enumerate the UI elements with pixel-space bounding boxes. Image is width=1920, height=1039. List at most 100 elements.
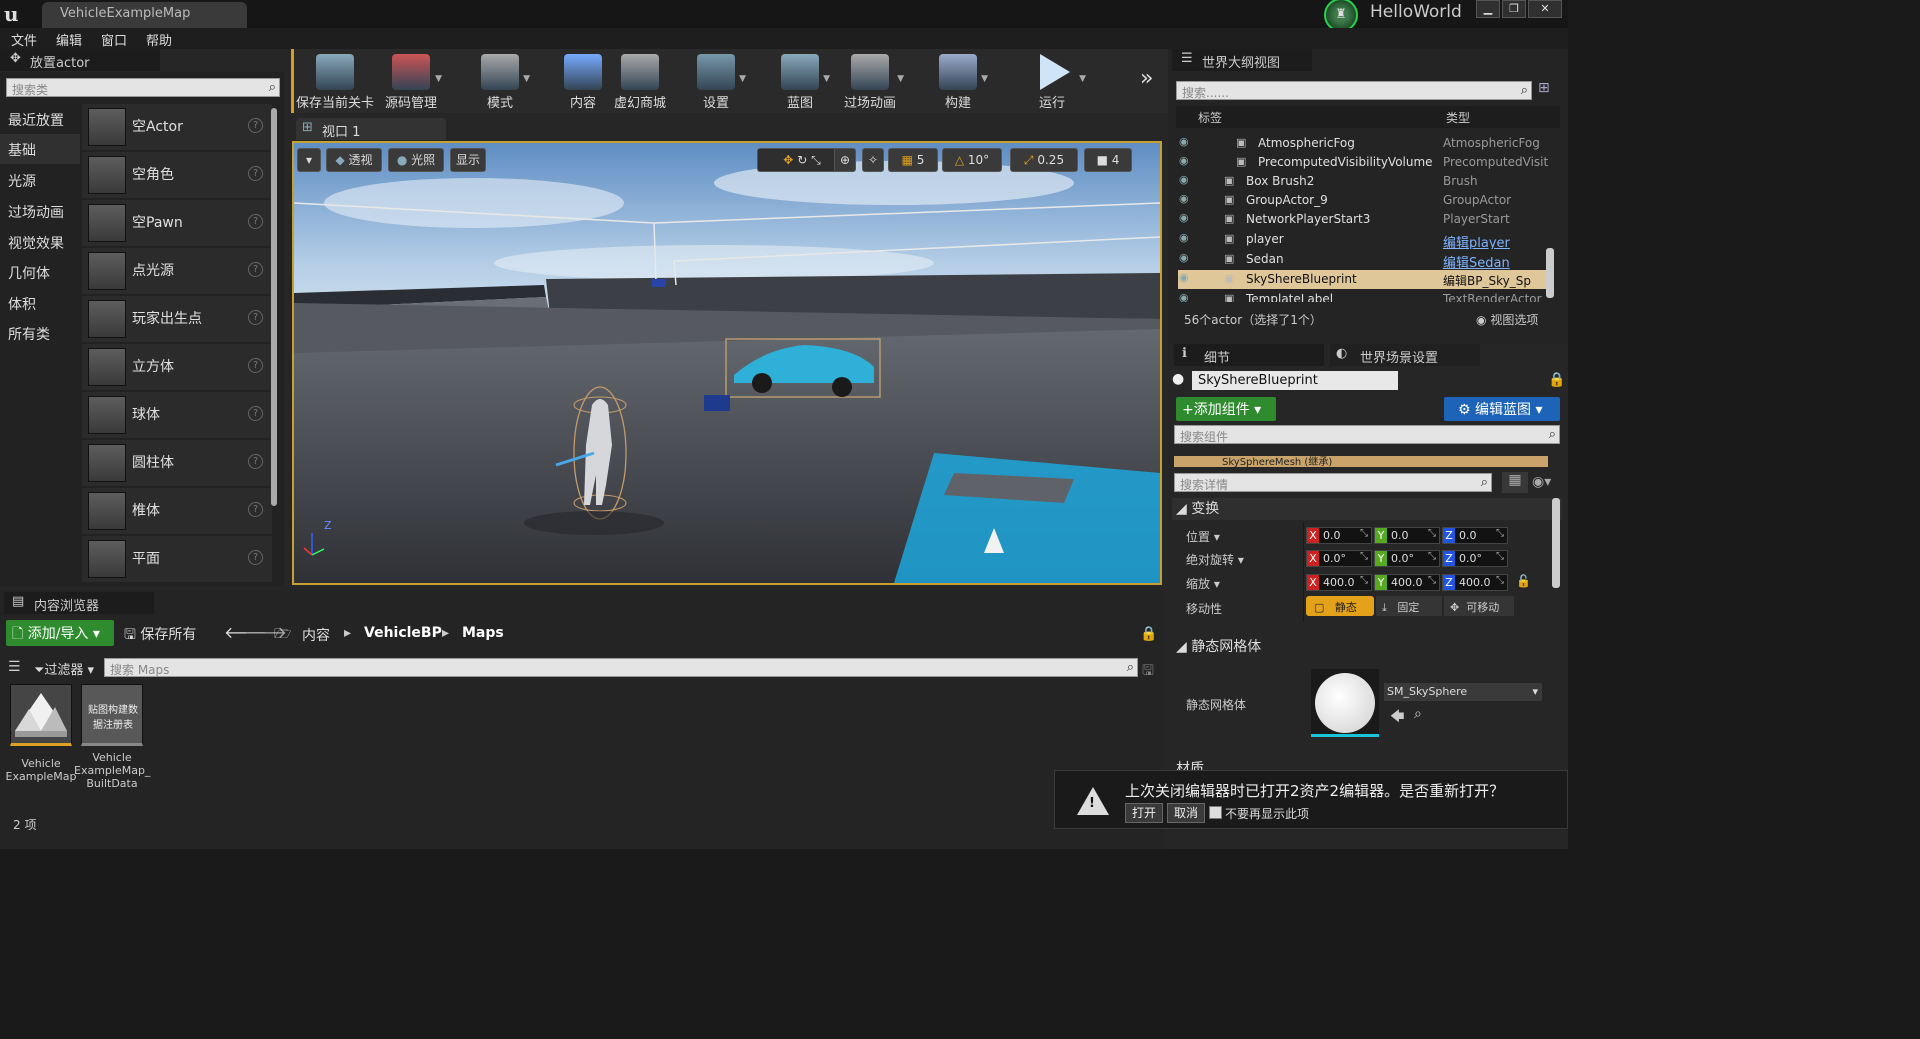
place-scrollbar[interactable] (271, 108, 277, 506)
place-item-cone[interactable]: 椎体? (82, 488, 272, 534)
maximize-button[interactable]: ❐ (1502, 0, 1526, 18)
show-button[interactable]: 显示 (450, 148, 486, 172)
asset-builtdata[interactable]: 贴图构建数据注册表 (81, 684, 143, 746)
drag-arrows-icon[interactable]: ⤡ (1360, 551, 1368, 562)
close-button[interactable]: ✕ (1528, 0, 1562, 18)
content-search-input[interactable]: 搜索 Maps ⌕ (104, 658, 1138, 677)
lit-button[interactable]: ● 光照 (388, 148, 444, 172)
save-search-icon[interactable]: 🖫 (1142, 660, 1154, 684)
help-icon[interactable]: ? (248, 214, 263, 229)
drag-arrows-icon[interactable]: ⤡ (1360, 528, 1368, 539)
category-0[interactable]: 最近放置 (0, 104, 80, 134)
visibility-eye-icon[interactable]: ◉ (1179, 231, 1189, 244)
user-badge[interactable]: ♜ HelloWorld (1322, 0, 1466, 32)
help-icon[interactable]: ? (248, 406, 263, 421)
outliner-row[interactable]: ◉ ▣ Sedan 编辑Sedan (1178, 250, 1548, 269)
help-icon[interactable]: ? (248, 550, 263, 565)
toolbar-cinematics[interactable]: 过场动画 ▼ (838, 50, 904, 112)
drag-arrows-icon[interactable]: ⤡ (1428, 551, 1436, 562)
visibility-eye-icon[interactable]: ◉ (1179, 251, 1189, 264)
category-6[interactable]: 体积 (0, 288, 80, 318)
perspective-button[interactable]: ◆ 透视 (326, 148, 382, 172)
toolbar-source-control[interactable]: 源码管理 ▼ (382, 50, 442, 112)
actor-type[interactable]: 编辑Sedan (1443, 252, 1510, 269)
scl-z-field[interactable]: Z 400.0 ⤡ (1442, 574, 1508, 591)
mesh-thumbnail[interactable] (1311, 669, 1379, 737)
category-7[interactable]: 所有类 (0, 318, 80, 348)
loc-y-field[interactable]: Y 0.0 ⤡ (1374, 527, 1440, 544)
lock-icon[interactable]: 🔒 (1140, 626, 1157, 642)
toolbar-more-icon[interactable]: » (1140, 66, 1153, 91)
mobility-stationary-button[interactable]: ⤓ 固定 (1376, 596, 1442, 616)
path-content[interactable]: 内容 (302, 625, 330, 645)
edit-blueprint-button[interactable]: ⚙ 编辑蓝图 ▾ (1444, 397, 1560, 421)
help-icon[interactable]: ? (248, 502, 263, 517)
drag-arrows-icon[interactable]: ⤡ (1428, 528, 1436, 539)
help-icon[interactable]: ? (248, 166, 263, 181)
help-icon[interactable]: ? (248, 358, 263, 373)
visibility-icon[interactable]: ◉▾ (1532, 474, 1551, 490)
document-tab[interactable]: VehicleExampleMap (42, 2, 247, 28)
place-item-empty-actor[interactable]: 空Actor? (82, 104, 272, 150)
surface-snap-icon[interactable]: ✧ (862, 148, 884, 172)
asset-vehicle-example-map[interactable] (10, 684, 72, 746)
column-label[interactable]: 标签 (1198, 109, 1222, 126)
outliner-row[interactable]: ◉ ▣ SkyShereBlueprint 编辑BP_Sky_Sp (1178, 270, 1548, 289)
details-search-input[interactable]: 搜索详情 ⌕ (1174, 473, 1492, 492)
place-item-player-start[interactable]: 玩家出生点? (82, 296, 272, 342)
viewport-menu-button[interactable]: ▾ (297, 148, 321, 172)
content-browser-tab[interactable]: ▤ 内容浏览器 (4, 592, 154, 614)
rotation-snap-button[interactable]: △ 10° (942, 148, 1002, 172)
viewport-tab[interactable]: ⊞ 视口 1 (296, 118, 446, 140)
outliner-row[interactable]: ◉ ▣ Box Brush2 Brush (1178, 172, 1548, 191)
loc-z-field[interactable]: Z 0.0 ⤡ (1442, 527, 1508, 544)
filter-button[interactable]: ⏷过滤器 ▾ (34, 659, 94, 678)
place-actor-tab[interactable]: ✥ 放置actor (0, 49, 160, 71)
open-button[interactable]: 打开 (1125, 803, 1163, 823)
toolbar-save[interactable]: 保存当前关卡 (296, 50, 374, 112)
visibility-eye-icon[interactable]: ◉ (1179, 211, 1189, 224)
view-options-button[interactable]: ◉ 视图选项 (1476, 311, 1538, 328)
viewport[interactable]: Z (292, 141, 1162, 585)
category-3[interactable]: 过场动画 (0, 196, 80, 226)
rot-y-field[interactable]: Y 0.0° ⤡ (1374, 550, 1440, 567)
chevron-down-icon[interactable]: ▼ (823, 74, 830, 84)
component-row[interactable]: SkySphereMesh (继承) (1174, 456, 1548, 467)
menu-edit[interactable]: 编辑 (56, 30, 82, 49)
outliner-row[interactable]: ◉ ▣ NetworkPlayerStart3 PlayerStart (1178, 210, 1548, 229)
help-icon[interactable]: ? (248, 262, 263, 277)
loc-x-field[interactable]: X 0.0 ⤡ (1306, 527, 1372, 544)
scale-lock-icon[interactable]: 🔓 (1516, 574, 1531, 588)
component-search-input[interactable]: 搜索组件 ⌕ (1174, 425, 1560, 444)
place-item-empty-character[interactable]: 空角色? (82, 152, 272, 198)
dont-show-checkbox[interactable] (1209, 806, 1222, 819)
add-component-button[interactable]: +添加组件 ▾ (1176, 397, 1276, 421)
drag-arrows-icon[interactable]: ⤡ (1496, 575, 1504, 586)
grid-snap-button[interactable]: ▦ 5 (888, 148, 938, 172)
actor-type[interactable]: 编辑player (1443, 232, 1510, 249)
chevron-down-icon[interactable]: ▼ (523, 74, 530, 84)
toolbar-content[interactable]: 内容 (558, 50, 608, 112)
mobility-static-button[interactable]: ▢ 静态 (1306, 596, 1374, 616)
lock-icon[interactable]: 🔒 (1548, 372, 1565, 388)
drag-arrows-icon[interactable]: ⤡ (1496, 528, 1504, 539)
location-label[interactable]: 位置 ▾ (1186, 528, 1220, 545)
drag-arrows-icon[interactable]: ⤡ (1428, 575, 1436, 586)
chevron-down-icon[interactable]: ▼ (1079, 74, 1086, 84)
category-5[interactable]: 几何体 (0, 257, 80, 287)
toolbar-build[interactable]: 构建 ▼ (930, 50, 988, 112)
place-item-cylinder[interactable]: 圆柱体? (82, 440, 272, 486)
chevron-down-icon[interactable]: ▼ (435, 74, 442, 84)
place-item-cube[interactable]: 立方体? (82, 344, 272, 390)
outliner-row[interactable]: ◉ ▣ PrecomputedVisibilityVolume Precomputed… (1178, 153, 1548, 172)
rot-z-field[interactable]: Z 0.0° ⤡ (1442, 550, 1508, 567)
place-search-input[interactable]: 搜索类 ⌕ (6, 78, 280, 97)
drag-arrows-icon[interactable]: ⤡ (1360, 575, 1368, 586)
column-type[interactable]: 类型 (1446, 109, 1470, 126)
place-item-point-light[interactable]: 点光源? (82, 248, 272, 294)
visibility-eye-icon[interactable]: ◉ (1179, 271, 1189, 284)
visibility-eye-icon[interactable]: ◉ (1179, 291, 1189, 302)
visibility-eye-icon[interactable]: ◉ (1179, 154, 1189, 167)
category-1[interactable]: 基础 (0, 134, 80, 164)
help-icon[interactable]: ? (248, 310, 263, 325)
